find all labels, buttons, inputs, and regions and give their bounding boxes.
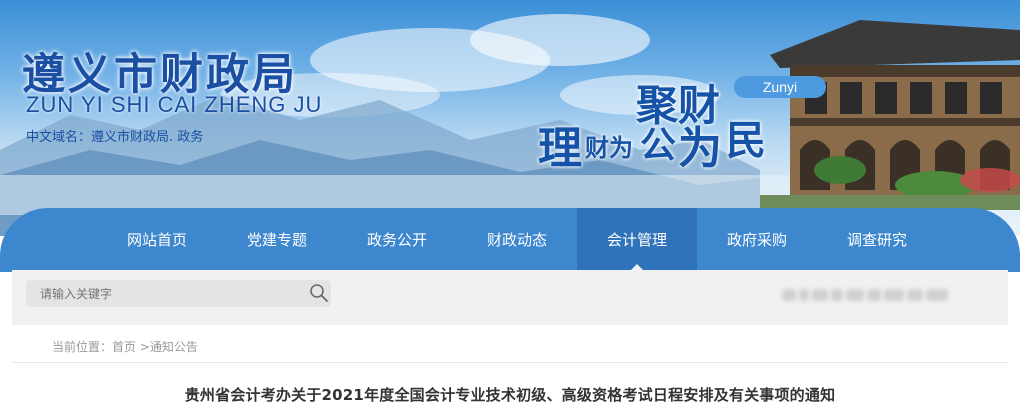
site-pinyin: ZUN YI SHI CAI ZHENG JU [26, 92, 323, 117]
search-icon[interactable] [309, 283, 329, 303]
nav-item-accounting-management[interactable]: 会计管理 [577, 208, 697, 272]
breadcrumb-prefix: 当前位置： [52, 340, 113, 354]
nav-item-party-building[interactable]: 党建专题 [217, 208, 337, 272]
slogan-min: 民 [726, 118, 766, 164]
search-strip [12, 270, 1008, 325]
building-illustration [760, 20, 1020, 210]
divider [12, 362, 1008, 363]
article-title: 贵州省会计考办关于2021年度全国会计专业技术初级、高级资格考试日程安排及有关事… [184, 386, 836, 404]
nav-item-finance-news[interactable]: 财政动态 [457, 208, 577, 272]
header-banner: 遵义市财政局 ZUN YI SHI CAI ZHENG JU 中文域名：遵义市财… [0, 0, 1020, 236]
banner-scenery [0, 14, 1020, 236]
nav-item-government-affairs[interactable]: 政务公开 [337, 208, 457, 272]
breadcrumb: 当前位置：首页 >通知公告 [52, 338, 198, 355]
nav-item-home[interactable]: 网站首页 [97, 208, 217, 272]
slogan-wei: 为 [678, 123, 722, 174]
slogan-cai-wei: 财为 [585, 134, 633, 162]
slogan-li: 理 [538, 123, 582, 174]
site-domain: 中文域名：遵义市财政局. 政务 [26, 130, 204, 145]
zunyi-badge: Zunyi [734, 76, 826, 98]
breadcrumb-home-link[interactable]: 首页 [112, 340, 136, 354]
breadcrumb-separator: > [136, 340, 150, 354]
breadcrumb-current-link[interactable]: 通知公告 [150, 340, 198, 354]
nav-item-government-procurement[interactable]: 政府采购 [697, 208, 817, 272]
search-input[interactable] [26, 280, 331, 307]
slogan-gong: 公 [640, 125, 677, 166]
main-nav: 网站首页 党建专题 政务公开 财政动态 会计管理 政府采购 调查研究 [0, 208, 1020, 272]
nav-item-research[interactable]: 调查研究 [817, 208, 937, 272]
blurred-date-text [782, 288, 950, 302]
